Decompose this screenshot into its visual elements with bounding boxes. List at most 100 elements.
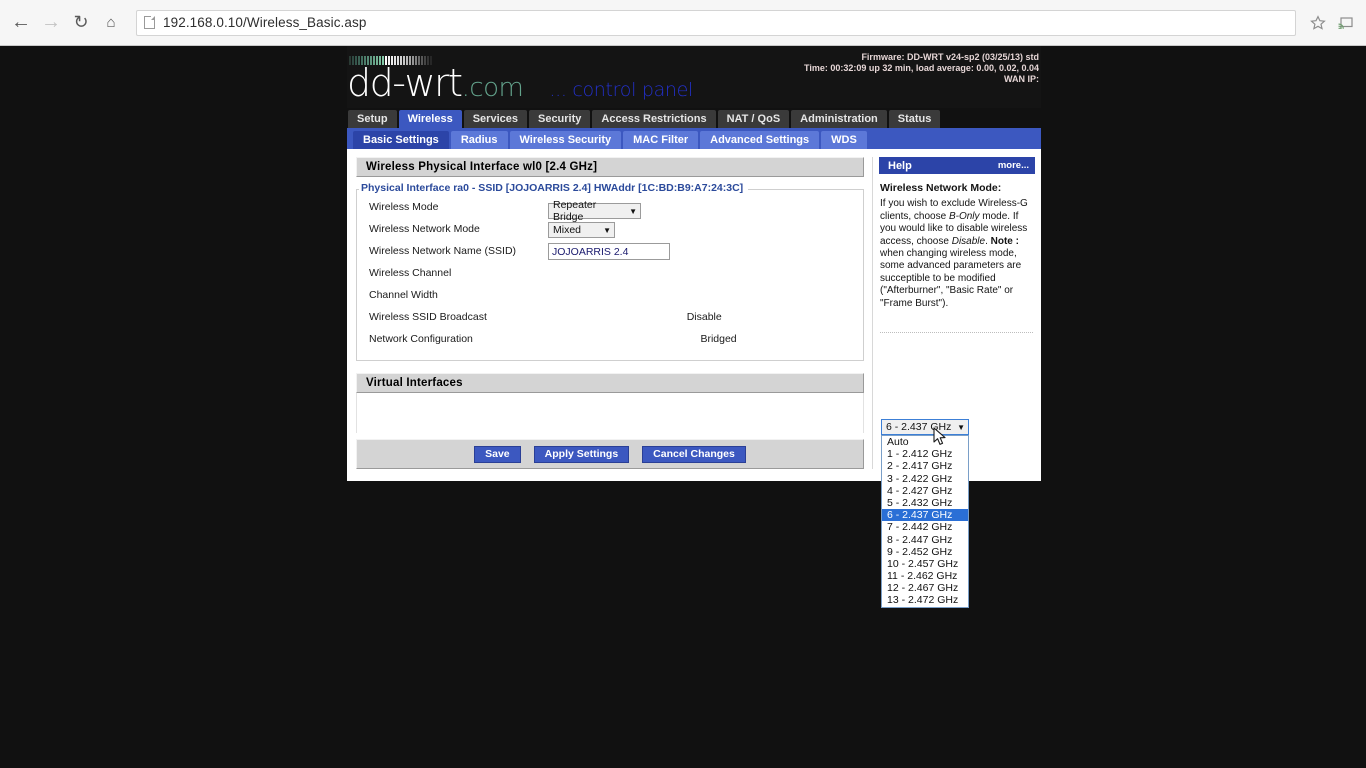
row-wireless-mode: Wireless Mode Repeater Bridge ▼ — [361, 196, 859, 223]
section-title-virtual-interfaces: Virtual Interfaces — [356, 373, 864, 393]
row-ssid: Wireless Network Name (SSID) — [361, 240, 859, 262]
primary-nav: Setup Wireless Services Security Access Rest… — [347, 108, 1041, 128]
label-channel-width: Channel Width — [369, 289, 438, 301]
channel-option[interactable]: 9 - 2.452 GHz — [882, 546, 968, 558]
cancel-changes-button[interactable]: Cancel Changes — [642, 445, 746, 463]
label-wireless-channel: Wireless Channel — [369, 267, 452, 279]
secondary-tab-basic-settings[interactable]: Basic Settings — [353, 131, 449, 149]
label-wireless-mode: Wireless Mode — [369, 201, 439, 213]
help-panel-body: Wireless Network Mode: If you wish to ex… — [879, 174, 1035, 334]
help-heading: Wireless Network Mode: — [880, 182, 1002, 194]
channel-option[interactable]: 11 - 2.462 GHz — [882, 570, 968, 582]
primary-tab-security[interactable]: Security — [528, 110, 591, 128]
logo-wordmark: dd-wrt — [347, 61, 463, 105]
content-area: Wireless Physical Interface wl0 [2.4 GHz… — [347, 149, 1041, 608]
primary-tab-wireless[interactable]: Wireless — [398, 110, 462, 128]
help-text-3: . — [985, 235, 988, 247]
channel-option[interactable]: 1 - 2.412 GHz — [882, 448, 968, 460]
label-ssid: Wireless Network Name (SSID) — [369, 245, 517, 257]
physical-interface-fieldset: Physical Interface ra0 - SSID [JOJOARRIS… — [356, 182, 864, 361]
wireless-channel-select[interactable]: 6 - 2.437 GHz ▼ — [881, 419, 969, 435]
browser-action-icons — [1304, 9, 1360, 37]
logo-tagline: ... control panel — [549, 79, 694, 101]
primary-tab-nat-qos[interactable]: NAT / QoS — [717, 110, 790, 128]
ssid-broadcast-disable-label: Disable — [686, 311, 722, 323]
network-config-bridged-label: Bridged — [700, 333, 737, 345]
channel-option[interactable]: 12 - 2.467 GHz — [882, 582, 968, 594]
channel-option[interactable]: Auto — [882, 436, 968, 448]
label-network-configuration: Network Configuration — [369, 333, 473, 345]
wireless-channel-option-list[interactable]: Auto 1 - 2.412 GHz 2 - 2.417 GHz 3 - 2.422 … — [881, 435, 969, 608]
back-arrow-icon[interactable]: ← — [6, 8, 36, 38]
chevron-down-icon: ▼ — [603, 225, 611, 235]
secondary-tab-mac-filter[interactable]: MAC Filter — [623, 131, 699, 149]
main-column: Wireless Physical Interface wl0 [2.4 GHz… — [356, 157, 864, 469]
primary-tab-status[interactable]: Status — [888, 110, 941, 128]
channel-option[interactable]: 2 - 2.417 GHz — [882, 460, 968, 472]
channel-option[interactable]: 13 - 2.472 GHz — [882, 594, 968, 606]
help-em-disable: Disable — [951, 235, 986, 247]
page-viewport: dd-wrt .com ... control panel Firmware: … — [0, 46, 1366, 768]
network-mode-value: Mixed — [553, 224, 582, 236]
primary-tab-access-restrictions[interactable]: Access Restrictions — [592, 110, 716, 128]
star-icon[interactable] — [1304, 9, 1332, 37]
address-bar[interactable]: 192.168.0.10/Wireless_Basic.asp — [136, 9, 1296, 36]
secondary-nav: Basic Settings Radius Wireless Security MAC… — [347, 128, 1041, 149]
help-title: Help — [888, 159, 912, 172]
section-title-wireless-physical-interface: Wireless Physical Interface wl0 [2.4 GHz… — [356, 157, 864, 177]
channel-option[interactable]: 3 - 2.422 GHz — [882, 473, 968, 485]
secondary-tab-wds[interactable]: WDS — [821, 131, 867, 149]
logo-tld: .com — [461, 73, 524, 103]
help-divider — [880, 332, 1033, 334]
row-network-mode: Wireless Network Mode Mixed ▼ — [361, 218, 859, 240]
forward-arrow-icon[interactable]: → — [36, 8, 66, 38]
help-note-label: Note : — [990, 235, 1019, 247]
cast-icon[interactable] — [1332, 9, 1360, 37]
apply-settings-button[interactable]: Apply Settings — [533, 445, 630, 463]
row-wireless-channel: Wireless Channel — [361, 262, 859, 284]
help-more-link[interactable]: more... — [998, 160, 1029, 171]
firmware-version: Firmware: DD-WRT v24-sp2 (03/25/13) std — [861, 52, 1039, 62]
browser-chrome: ← → ↻ ⌂ 192.168.0.10/Wireless_Basic.asp — [0, 0, 1366, 46]
help-em-b-only: B-Only — [948, 210, 980, 222]
secondary-tab-wireless-security[interactable]: Wireless Security — [509, 131, 622, 149]
uptime-load: Time: 00:32:09 up 32 min, load average: … — [804, 63, 1039, 73]
system-info: Firmware: DD-WRT v24-sp2 (03/25/13) std … — [804, 52, 1039, 85]
chevron-down-icon: ▼ — [629, 206, 637, 216]
chevron-down-icon: ▼ — [957, 422, 965, 432]
label-network-mode: Wireless Network Mode — [369, 223, 480, 235]
wireless-channel-value: 6 - 2.437 GHz — [886, 421, 952, 433]
channel-option[interactable]: 5 - 2.432 GHz — [882, 497, 968, 509]
virtual-interfaces-body — [356, 393, 864, 433]
secondary-tab-advanced-settings[interactable]: Advanced Settings — [700, 131, 820, 149]
channel-option[interactable]: 8 - 2.447 GHz — [882, 534, 968, 546]
home-icon[interactable]: ⌂ — [96, 8, 126, 38]
ssid-broadcast-disable-option[interactable]: Disable — [687, 311, 722, 324]
form-button-bar: Save Apply Settings Cancel Changes — [356, 439, 864, 469]
save-button[interactable]: Save — [474, 445, 521, 463]
network-mode-select[interactable]: Mixed ▼ — [548, 222, 615, 238]
channel-option[interactable]: 10 - 2.457 GHz — [882, 558, 968, 570]
physical-interface-legend: Physical Interface ra0 - SSID [JOJOARRIS… — [359, 182, 749, 194]
channel-option[interactable]: 4 - 2.427 GHz — [882, 485, 968, 497]
network-config-bridged-option[interactable]: Bridged — [700, 333, 736, 346]
wireless-mode-select[interactable]: Repeater Bridge ▼ — [548, 199, 641, 223]
primary-tab-services[interactable]: Services — [463, 110, 527, 128]
page-document-icon — [144, 16, 155, 29]
secondary-tab-radius[interactable]: Radius — [450, 131, 508, 149]
wireless-channel-combobox[interactable]: 6 - 2.437 GHz ▼ Auto 1 - 2.412 GHz 2 - 2.4… — [881, 419, 969, 608]
row-channel-width: Channel Width — [361, 284, 859, 306]
label-ssid-broadcast: Wireless SSID Broadcast — [369, 311, 487, 323]
reload-icon[interactable]: ↻ — [66, 8, 96, 38]
wan-ip: WAN IP: — [1004, 74, 1039, 84]
channel-option[interactable]: 6 - 2.437 GHz — [882, 509, 968, 522]
ddwrt-header: dd-wrt .com ... control panel Firmware: … — [347, 46, 1041, 108]
row-network-configuration: Network Configuration Unbridged Bridged — [361, 328, 859, 350]
primary-tab-administration[interactable]: Administration — [791, 110, 887, 128]
help-panel-header: Help more... — [879, 157, 1035, 174]
ssid-input[interactable] — [548, 243, 670, 261]
primary-tab-setup[interactable]: Setup — [348, 110, 397, 128]
ddwrt-control-panel: dd-wrt .com ... control panel Firmware: … — [347, 46, 1041, 608]
channel-option[interactable]: 7 - 2.442 GHz — [882, 521, 968, 533]
ddwrt-logo: dd-wrt .com ... control panel — [347, 64, 693, 102]
